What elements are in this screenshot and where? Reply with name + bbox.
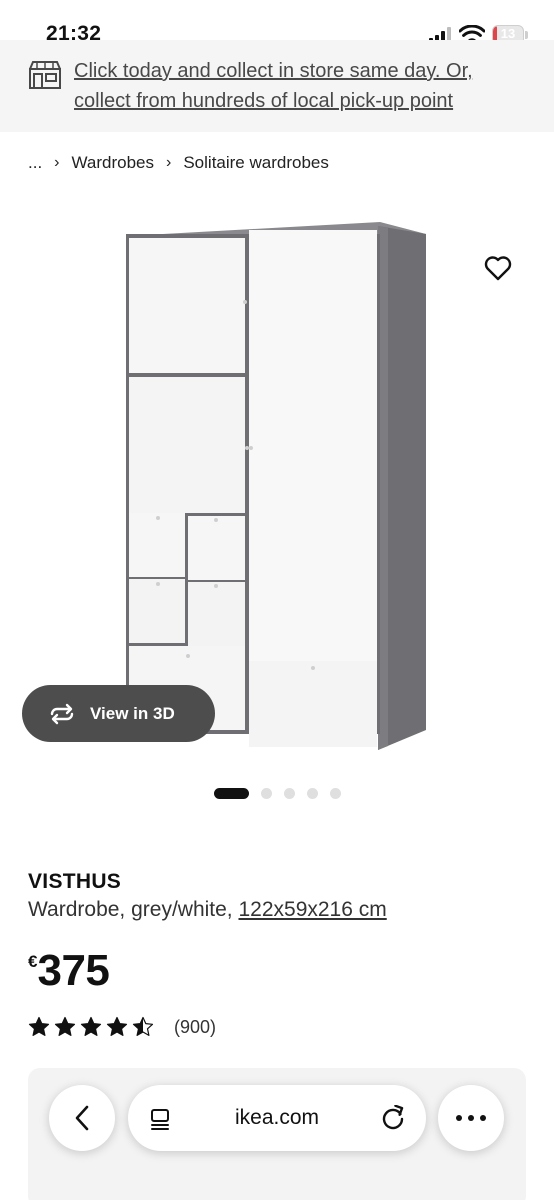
product-rating[interactable]: (900) <box>28 1016 216 1038</box>
product-dimensions-link[interactable]: 122x59x216 cm <box>238 898 386 921</box>
image-carousel-dots <box>214 787 353 799</box>
chevron-left-icon <box>75 1105 89 1131</box>
more-button[interactable] <box>438 1085 504 1151</box>
star-icon <box>54 1016 76 1036</box>
carousel-dot[interactable] <box>261 787 272 799</box>
view-in-3d-label: View in 3D <box>90 703 175 723</box>
carousel-dot-active[interactable] <box>214 787 249 799</box>
product-price: € 375 <box>28 946 110 996</box>
star-icon <box>132 1016 154 1036</box>
breadcrumb-ellipsis[interactable]: ... <box>28 153 42 173</box>
click-collect-banner[interactable]: Click today and collect in store same da… <box>0 40 554 132</box>
chevron-right-icon: › <box>54 154 60 171</box>
address-bar[interactable]: ikea.com <box>128 1085 426 1151</box>
rating-stars <box>28 1016 158 1038</box>
store-icon <box>29 61 61 89</box>
click-collect-link[interactable]: Click today and collect in store same da… <box>74 56 514 116</box>
heart-icon <box>484 256 512 281</box>
favourite-button[interactable] <box>478 248 518 288</box>
rotate-3d-icon <box>50 703 74 724</box>
product-name: VISTHUS <box>28 870 122 893</box>
view-in-3d-button[interactable]: View in 3D <box>22 685 215 742</box>
product-type: Wardrobe, grey/white, <box>28 898 233 921</box>
carousel-dot[interactable] <box>284 787 295 799</box>
reload-icon[interactable] <box>380 1105 406 1131</box>
star-icon <box>80 1016 102 1036</box>
carousel-dot[interactable] <box>307 787 318 799</box>
rating-count: (900) <box>174 1016 217 1037</box>
breadcrumb: ... › Wardrobes › Solitaire wardrobes <box>28 152 329 174</box>
star-icon <box>28 1016 50 1036</box>
breadcrumb-item-solitaire-wardrobes[interactable]: Solitaire wardrobes <box>183 153 329 173</box>
back-button[interactable] <box>49 1085 115 1151</box>
more-icon <box>456 1115 486 1121</box>
product-description: Wardrobe, grey/white, 122x59x216 cm <box>28 898 387 922</box>
breadcrumb-item-wardrobes[interactable]: Wardrobes <box>72 153 155 173</box>
carousel-dot[interactable] <box>330 787 341 799</box>
chevron-right-icon: › <box>166 154 172 171</box>
battery-level-text: 13 <box>500 26 516 41</box>
price-currency: € <box>28 952 38 971</box>
price-value: 375 <box>37 946 110 995</box>
star-icon <box>106 1016 128 1036</box>
